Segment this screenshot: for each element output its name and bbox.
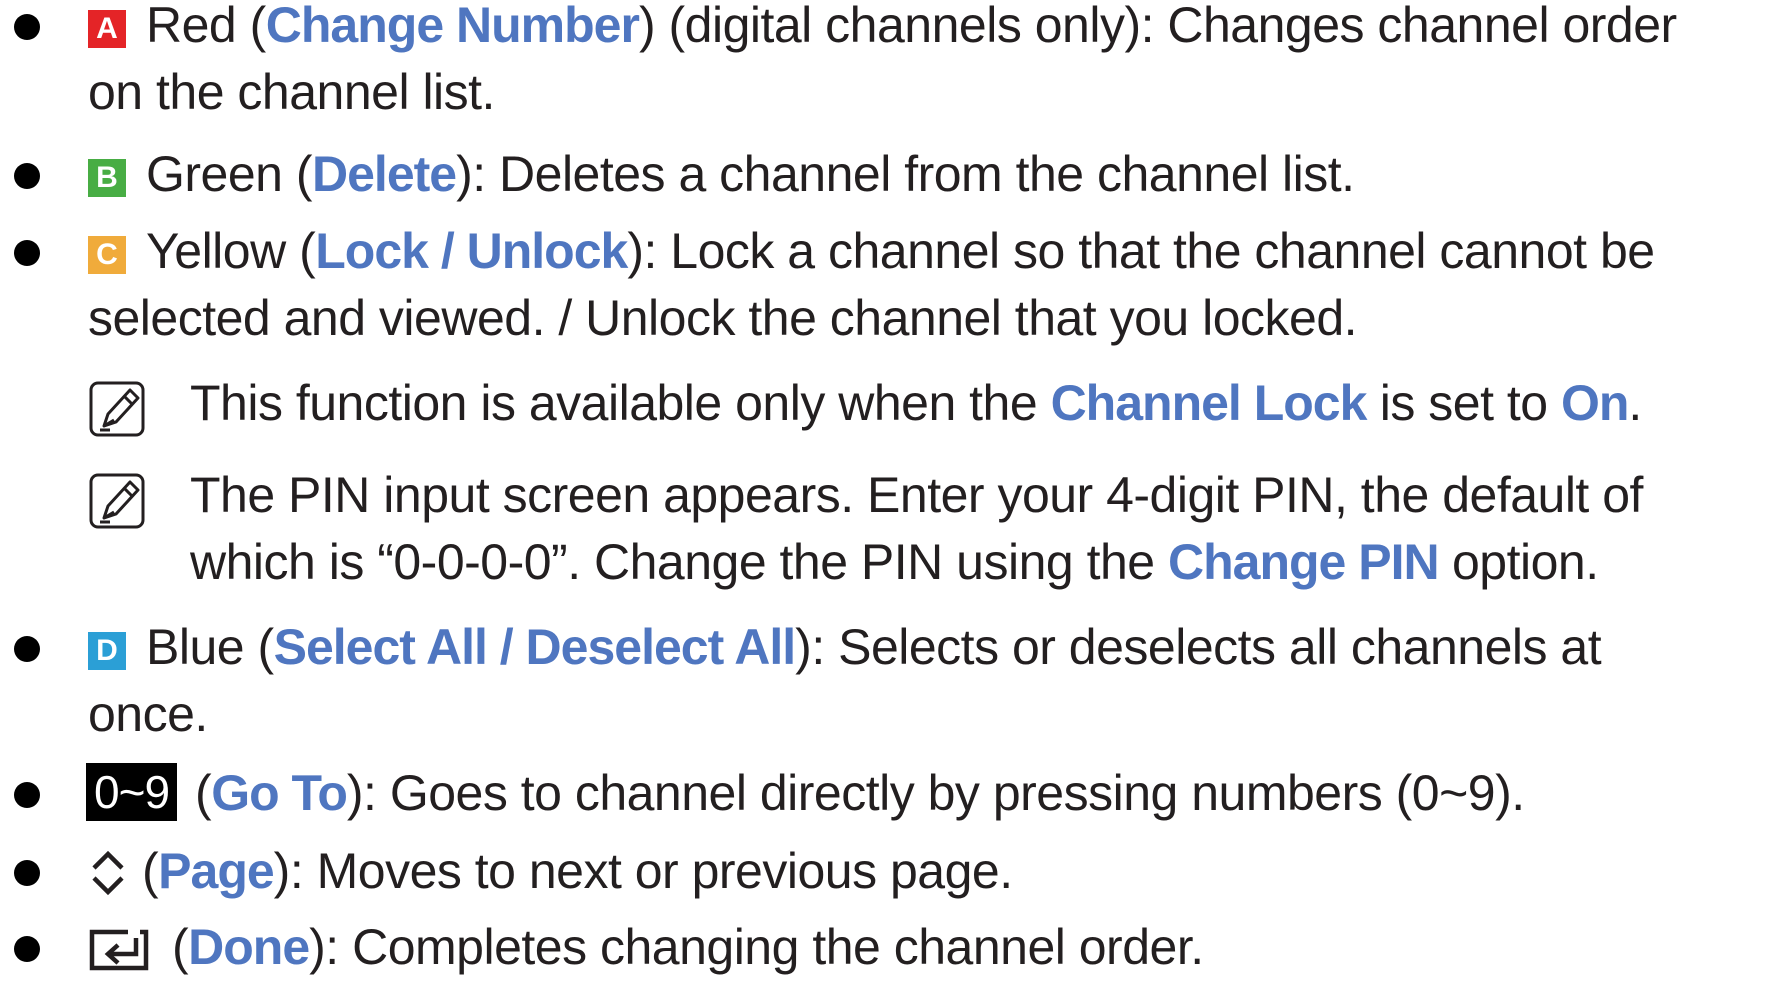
action-label: Done: [188, 919, 310, 975]
item-description: ): Moves to next or previous page.: [273, 843, 1013, 899]
note-text: .: [1628, 375, 1642, 431]
bullet-icon: [14, 240, 40, 266]
action-label: Select All / Deselect All: [273, 619, 797, 675]
item-description: ): Selects or deselects all channels at: [795, 619, 1602, 675]
item-description: (digital channels only): Changes channel…: [655, 0, 1678, 53]
manual-page: A Red (Change Number) (digital channels o…: [0, 0, 1782, 976]
note-text: option.: [1438, 534, 1599, 590]
item-description-cont: selected and viewed. / Unlock the channe…: [88, 290, 1358, 346]
color-name: Blue: [146, 619, 245, 675]
note-text: is set to: [1366, 375, 1561, 431]
item-description: ): Deletes a channel from the channel li…: [456, 146, 1355, 202]
enter-return-icon: [89, 929, 149, 971]
channel-lock-label: Channel Lock: [1050, 375, 1368, 431]
note-text: The PIN input screen appears. Enter your…: [190, 467, 1643, 523]
action-label: Change Number: [265, 0, 640, 53]
number-keys-icon: 0~9: [85, 763, 178, 821]
action-label: Lock / Unlock: [315, 223, 628, 279]
color-name: Red: [146, 0, 237, 53]
bullet-icon: [14, 782, 40, 808]
note-pencil-icon: [89, 473, 145, 529]
item-description-cont: on the channel list.: [88, 64, 495, 120]
bullet-icon: [14, 936, 40, 962]
green-b-button-icon: B: [88, 159, 126, 197]
action-label: Delete: [312, 146, 457, 202]
red-a-button-icon: A: [88, 10, 126, 48]
color-name: Yellow: [146, 223, 286, 279]
bullet-icon: [14, 636, 40, 662]
bullet-icon: [14, 14, 40, 40]
note-pencil-icon: [89, 381, 145, 437]
item-description: ): Lock a channel so that the channel ca…: [627, 223, 1655, 279]
action-label: Page: [158, 843, 275, 899]
bullet-icon: [14, 163, 40, 189]
action-label: Go To: [211, 765, 348, 821]
blue-d-button-icon: D: [88, 632, 126, 670]
item-description: ): Completes changing the channel order.: [309, 919, 1204, 975]
on-label: On: [1560, 375, 1629, 431]
yellow-c-button-icon: C: [88, 236, 126, 274]
item-description-cont: once.: [88, 686, 208, 742]
up-down-chevron-icon: [92, 850, 124, 896]
change-pin-label: Change PIN: [1168, 534, 1440, 590]
bullet-icon: [14, 860, 40, 886]
item-description: ): Goes to channel directly by pressing …: [346, 765, 1525, 821]
note-text: which is “0-0-0-0”. Change the PIN using…: [190, 534, 1168, 590]
color-name: Green: [146, 146, 283, 202]
note-text: This function is available only when the: [190, 375, 1051, 431]
